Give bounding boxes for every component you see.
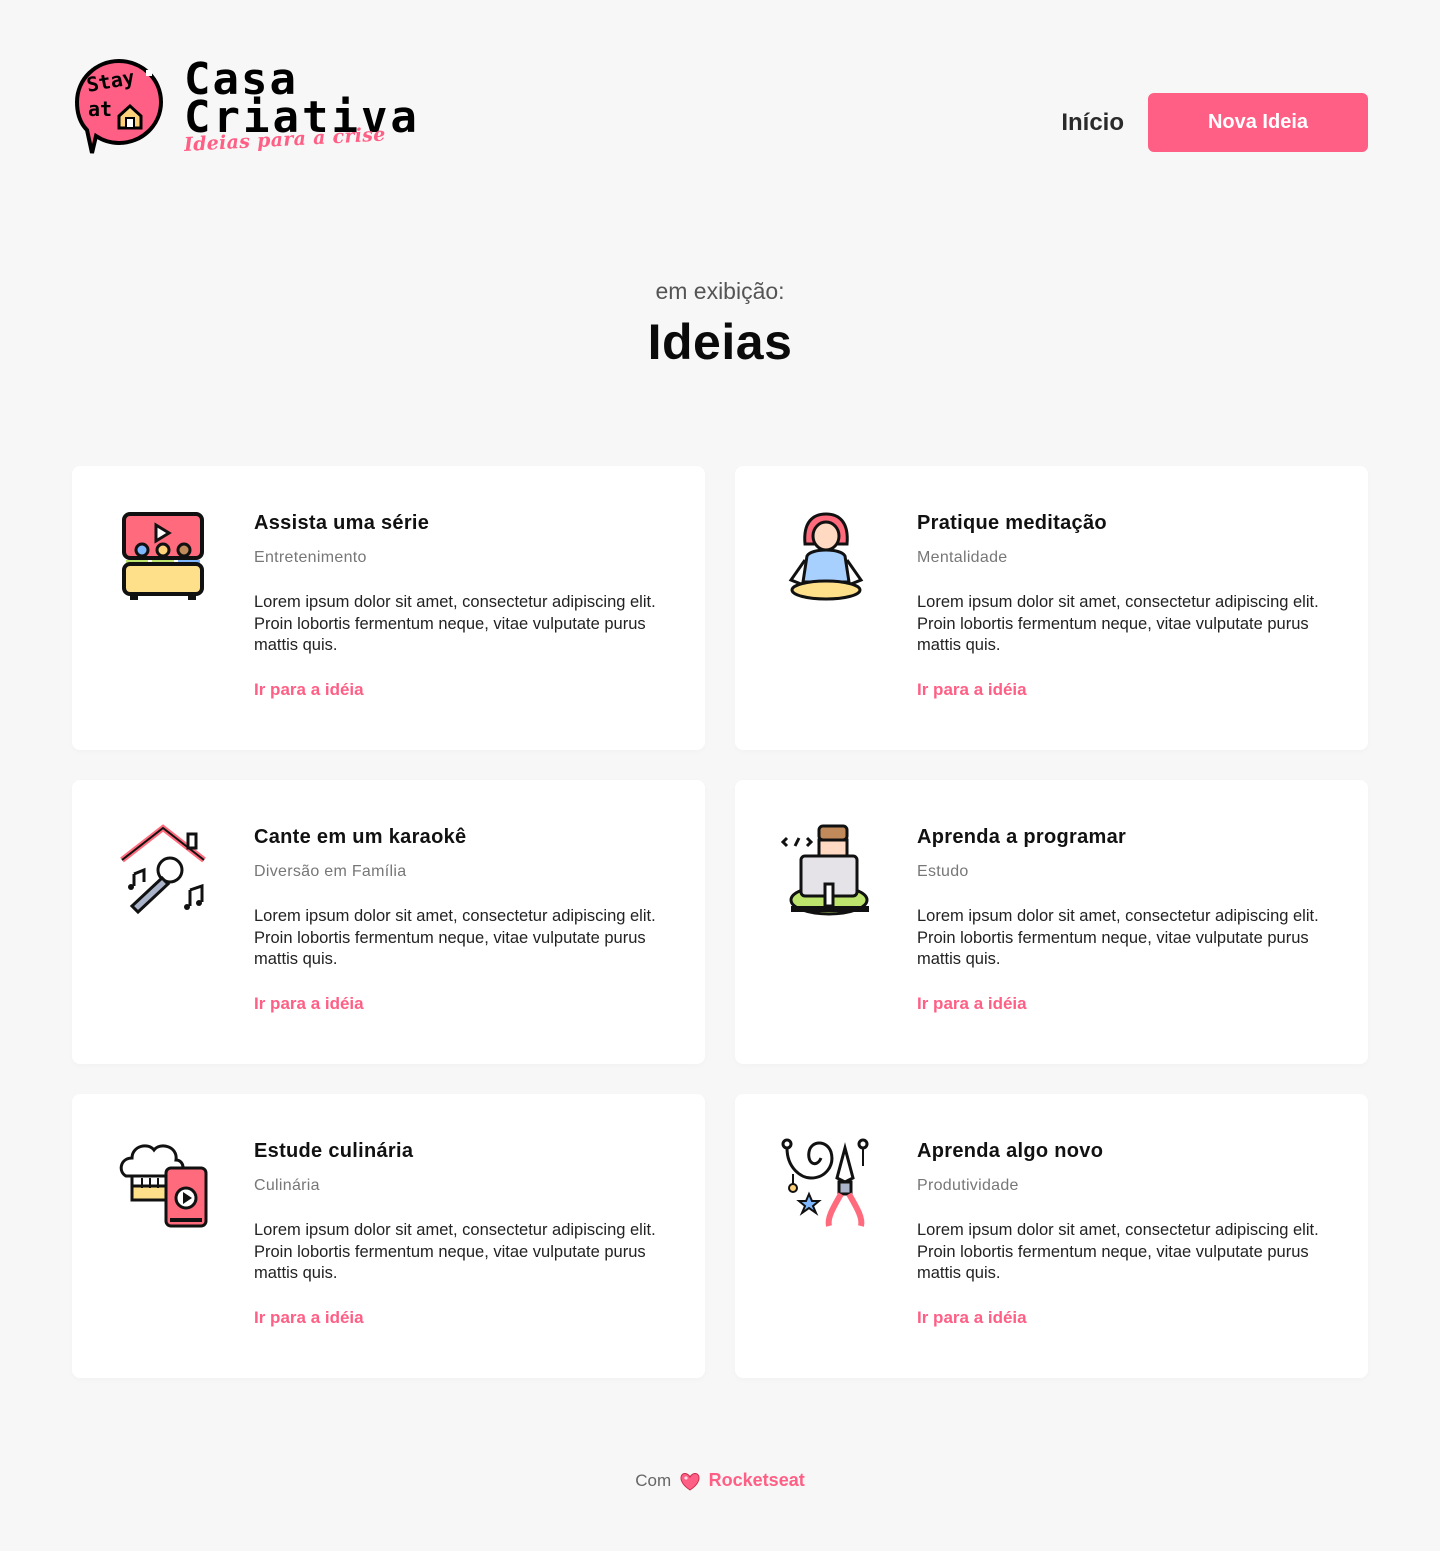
idea-card: Pratique meditação Mentalidade Lorem ips… xyxy=(735,466,1368,750)
idea-link[interactable]: Ir para a idéia xyxy=(254,994,364,1014)
new-idea-button[interactable]: Nova Ideia xyxy=(1148,93,1368,152)
idea-category: Culinária xyxy=(254,1177,320,1194)
tv-series-icon xyxy=(122,512,204,600)
idea-category: Entretenimento xyxy=(254,549,367,566)
crafts-tools-icon xyxy=(781,1138,869,1227)
hero-subtitle: em exibição: xyxy=(655,278,785,304)
idea-title: Aprenda algo novo xyxy=(917,1140,1104,1162)
ideas-grid: Assista uma série Entretenimento Lorem i… xyxy=(72,466,1368,1378)
idea-card-body: Assista uma série Entretenimento Lorem i… xyxy=(254,512,664,700)
idea-card: Aprenda algo novo Produtividade Lorem ip… xyxy=(735,1094,1368,1378)
idea-card-body: Aprenda a programar Estudo Lorem ipsum d… xyxy=(917,826,1327,1014)
footer-prefix: Com xyxy=(635,1471,672,1490)
site-footer: Com Rocketseat xyxy=(0,1470,1440,1491)
idea-description: Lorem ipsum dolor sit amet, consectetur … xyxy=(917,1221,1319,1282)
programmer-icon xyxy=(781,824,869,916)
idea-link[interactable]: Ir para a idéia xyxy=(917,1308,1027,1328)
idea-category: Mentalidade xyxy=(917,549,1008,566)
idea-category: Diversão em Família xyxy=(254,863,407,880)
idea-link[interactable]: Ir para a idéia xyxy=(254,680,364,700)
idea-card-body: Pratique meditação Mentalidade Lorem ips… xyxy=(917,512,1327,700)
karaoke-icon xyxy=(120,824,206,915)
idea-card-body: Aprenda algo novo Produtividade Lorem ip… xyxy=(917,1140,1327,1328)
footer-company-link[interactable]: Rocketseat xyxy=(709,1470,805,1490)
idea-description: Lorem ipsum dolor sit amet, consectetur … xyxy=(254,593,656,654)
idea-category: Estudo xyxy=(917,863,969,880)
idea-card-body: Estude culinária Culinária Lorem ipsum d… xyxy=(254,1140,664,1328)
idea-category: Produtividade xyxy=(917,1177,1019,1194)
idea-description: Lorem ipsum dolor sit amet, consectetur … xyxy=(917,593,1319,654)
nav-home-link[interactable]: Início xyxy=(1061,109,1124,137)
idea-description: Lorem ipsum dolor sit amet, consectetur … xyxy=(254,1221,656,1282)
idea-link[interactable]: Ir para a idéia xyxy=(917,680,1027,700)
idea-description: Lorem ipsum dolor sit amet, consectetur … xyxy=(917,907,1319,968)
cooking-icon xyxy=(119,1144,208,1228)
idea-link[interactable]: Ir para a idéia xyxy=(254,1308,364,1328)
main-nav: Início Nova Ideia xyxy=(1061,93,1368,152)
idea-title: Aprenda a programar xyxy=(917,826,1127,848)
idea-description: Lorem ipsum dolor sit amet, consectetur … xyxy=(254,907,656,968)
idea-card: Cante em um karaokê Diversão em Família … xyxy=(72,780,705,1064)
idea-title: Cante em um karaokê xyxy=(254,826,467,848)
idea-title: Assista uma série xyxy=(254,512,430,534)
idea-card-body: Cante em um karaokê Diversão em Família … xyxy=(254,826,664,1014)
idea-link[interactable]: Ir para a idéia xyxy=(917,994,1027,1014)
page-hero: em exibição: Ideias xyxy=(0,278,1440,371)
stay-at-home-bubble-icon: Stay at xyxy=(74,58,164,154)
idea-title: Estude culinária xyxy=(254,1140,414,1162)
idea-card: Aprenda a programar Estudo Lorem ipsum d… xyxy=(735,780,1368,1064)
page-title: Ideias xyxy=(647,314,793,370)
heart-icon xyxy=(680,1472,700,1491)
meditation-icon xyxy=(788,512,864,601)
logo[interactable]: Stay at Casa Criativa Ideias para a cris… xyxy=(72,56,472,166)
site-header: Stay at Casa Criativa Ideias para a cris… xyxy=(72,56,1368,166)
idea-card: Assista uma série Entretenimento Lorem i… xyxy=(72,466,705,750)
svg-text:at: at xyxy=(88,97,112,121)
idea-title: Pratique meditação xyxy=(917,512,1107,534)
idea-card: Estude culinária Culinária Lorem ipsum d… xyxy=(72,1094,705,1378)
